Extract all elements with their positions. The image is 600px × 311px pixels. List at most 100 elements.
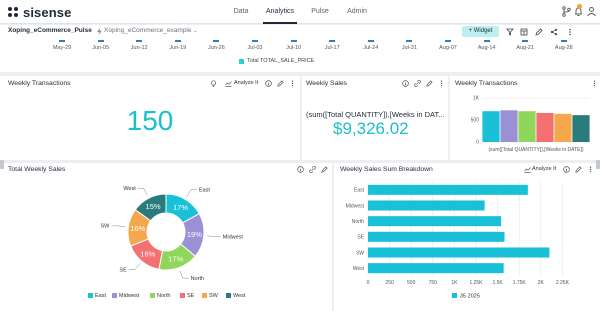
x-tick-label: 1.25K [469,280,483,286]
timeline-bar [483,40,490,42]
timeline-bar [252,40,258,42]
timeline-label: Aug-28 [554,45,573,51]
timeline-bar [213,40,220,42]
datasource-selector[interactable]: Xoping_eCommerce_example ⌄ [104,27,197,34]
y-tick-label: 500 [471,118,480,124]
timeline-label: Jun-26 [207,45,225,51]
timeline-label: Jun-19 [169,45,187,51]
legend-swatch [452,293,457,298]
filter-icon[interactable] [506,28,514,36]
x-tick-label: 1.75K [513,280,527,286]
resize-handle-right[interactable] [596,160,600,169]
analyze-icon[interactable] [524,166,531,173]
edit-icon[interactable] [575,166,582,173]
legend-label[interactable]: SE [187,293,195,299]
tab-analytics[interactable]: Analytics [263,0,297,24]
edit-icon[interactable] [535,28,543,36]
notification-badge [577,4,582,9]
timeline-bar [136,40,143,42]
analyze-it-button[interactable]: Analyze It [234,80,258,86]
timeline-bar [174,40,181,42]
timeline-label: Jun-05 [92,45,110,51]
analyze-it-button[interactable]: Analyze It [532,166,556,172]
sisense-logo[interactable]: sisense [6,4,71,20]
y-tick-label: 0 [476,140,479,146]
info-icon[interactable] [297,166,304,173]
bar[interactable] [368,231,505,242]
slice-category-label: Midwest [223,234,244,240]
timeline-label: Jun-12 [130,45,148,51]
timeline-label: Aug-14 [477,45,496,51]
more-options-icon[interactable] [566,28,574,36]
x-tick-label: 2.25K [556,280,570,286]
more-options-icon[interactable] [591,80,598,87]
bar[interactable] [554,113,572,142]
timeline-bar [290,40,297,42]
bar[interactable] [500,110,518,142]
y-category-label: West [353,266,365,272]
kpi-value: 150 [126,105,174,136]
x-tick-label: 250 [385,280,394,286]
bar[interactable] [368,184,528,195]
lightbulb-icon[interactable] [210,80,217,87]
bar[interactable] [518,111,536,142]
bar[interactable] [572,115,590,142]
info-icon[interactable] [563,166,570,173]
info-icon[interactable] [402,80,409,87]
x-tick-label: 500 [407,280,416,286]
legend-label[interactable]: Midwest [119,293,140,299]
link-icon[interactable] [309,166,316,173]
resize-handle-left[interactable] [0,160,4,169]
timeline-label: Jul-10 [286,45,302,51]
y-category-label: SE [357,235,364,241]
legend-swatch [88,293,93,298]
more-options-icon[interactable] [438,80,445,87]
branch-icon[interactable] [561,6,572,17]
slice-percent-label: 17% [173,203,188,212]
legend-label[interactable]: SW [209,293,219,299]
bar[interactable] [368,247,550,258]
legend-label[interactable]: West [233,293,246,299]
legend-label[interactable]: North [157,293,170,299]
legend-label[interactable]: 35 2025 [460,294,480,300]
bar[interactable] [482,111,500,142]
add-widget-button[interactable]: + Widget [462,26,499,37]
bar[interactable] [368,216,502,227]
bar[interactable] [536,112,554,142]
sales-value: $9,326.02 [333,119,409,138]
datasource-name: Xoping_eCommerce_example [104,27,192,34]
slice-percent-label: 15% [146,202,161,211]
legend-label[interactable]: East [95,293,106,299]
layout-icon[interactable] [520,28,528,36]
timeline-label: May-29 [52,45,72,51]
x-tick-label: 750 [429,280,438,286]
link-icon[interactable] [414,80,421,87]
top-navigation-bar [0,0,600,24]
info-icon[interactable] [265,80,272,87]
edit-icon[interactable] [277,80,284,87]
user-icon[interactable] [586,6,597,17]
edit-icon[interactable] [321,166,328,173]
sisense-logo-icon [8,7,18,17]
bar[interactable] [368,200,485,211]
tab-admin[interactable]: Admin [343,0,371,24]
legend-swatch [226,293,231,298]
more-options-icon[interactable] [289,80,296,87]
timeline-label: Aug-07 [439,45,457,51]
tab-pulse[interactable]: Pulse [306,0,334,24]
x-axis-label: (sum([Total QUANTITY]),[Weeks in DATE]) [488,147,583,153]
analyze-icon[interactable] [225,80,232,87]
lightning-icon [97,28,102,35]
dashboard-title[interactable]: Xoping_eCommerce_Pulse [8,27,92,34]
slice-percent-label: 19% [187,230,202,239]
share-icon[interactable] [550,28,558,36]
timeline-bar [367,40,374,42]
y-category-label: East [354,188,365,194]
bar[interactable] [368,263,504,274]
tab-data[interactable]: Data [227,0,255,24]
chevron-down-icon: ⌄ [193,28,198,34]
edit-icon[interactable] [426,80,433,87]
timeline-label: Jul-31 [401,45,417,51]
slice-category-label: SW [101,224,111,230]
more-options-icon[interactable] [587,166,594,173]
